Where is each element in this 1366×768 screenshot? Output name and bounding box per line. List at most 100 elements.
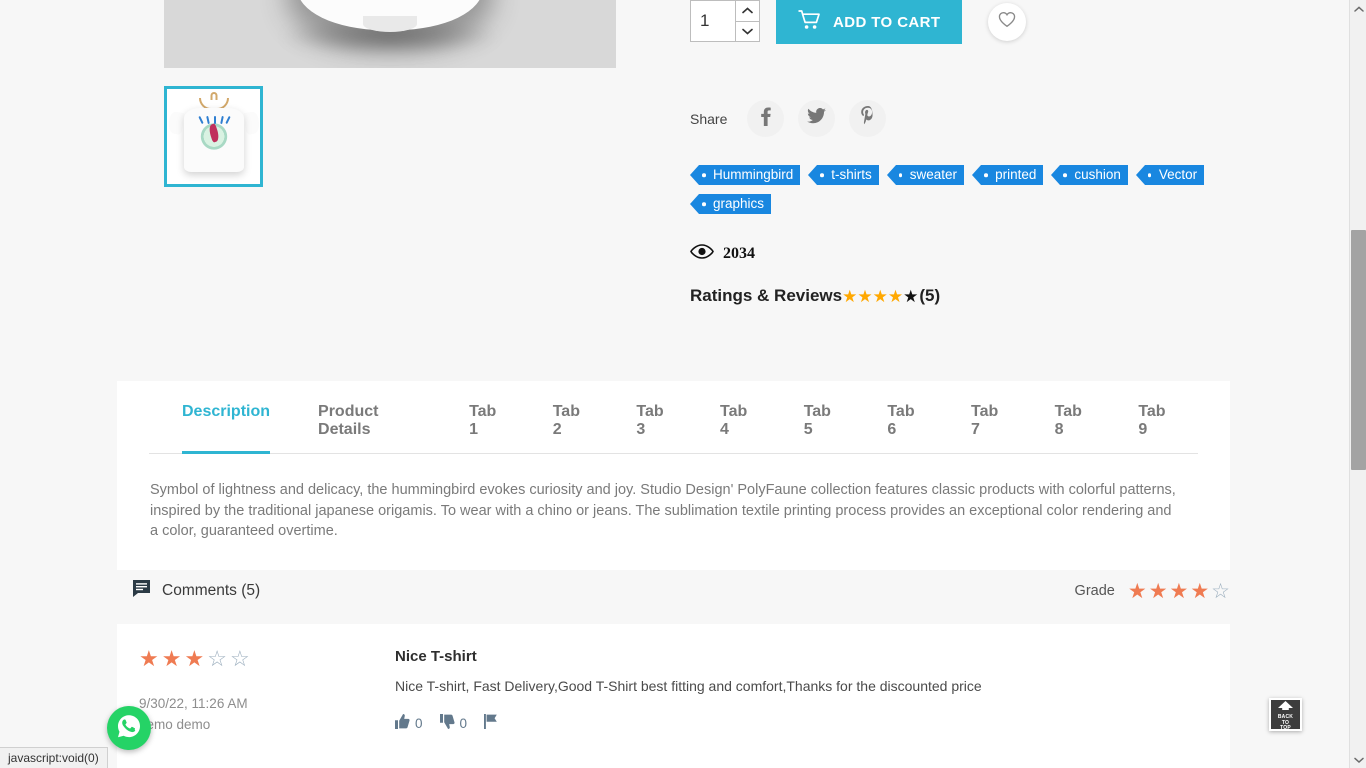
star-icon: ★ bbox=[1148, 579, 1168, 603]
review-report-button[interactable] bbox=[484, 714, 498, 732]
flag-icon bbox=[484, 714, 498, 732]
tag-chip[interactable]: Hummingbird bbox=[689, 165, 801, 185]
product-tags: Hummingbird t-shirts sweater printed cus… bbox=[689, 165, 1210, 214]
quantity-stepper[interactable] bbox=[690, 0, 760, 42]
recaptcha-terms-label[interactable]: Privacy - Terms bbox=[1296, 741, 1348, 750]
review-actions: 0 0 bbox=[395, 714, 1206, 732]
add-to-cart-button[interactable]: ADD TO CART bbox=[776, 0, 963, 44]
tab-8[interactable]: Tab 8 bbox=[1031, 403, 1115, 453]
review-rating-stars: ★ ★ ★ ☆ ☆ bbox=[139, 648, 395, 670]
tab-product-details[interactable]: Product Details bbox=[294, 403, 445, 453]
btt-line-3: TOP bbox=[1280, 725, 1291, 732]
review-text: Nice T-shirt, Fast Delivery,Good T-Shirt… bbox=[395, 678, 982, 694]
useful-count: 0 bbox=[415, 715, 423, 731]
star-icon: ★ bbox=[903, 286, 919, 306]
tabs-nav: Description Product Details Tab 1 Tab 2 … bbox=[149, 403, 1198, 454]
star-icon: ★ bbox=[1190, 579, 1210, 603]
thumbnail-artwork bbox=[167, 91, 260, 178]
back-to-top-label: BACK TO TOP bbox=[1278, 715, 1293, 731]
star-outline-icon: ☆ bbox=[1211, 579, 1230, 603]
review-author: demo demo bbox=[139, 717, 211, 732]
add-to-cart-label: ADD TO CART bbox=[833, 13, 941, 31]
tab-5[interactable]: Tab 5 bbox=[780, 403, 864, 453]
ratings-and-reviews: Ratings & Reviews ★ ★ ★ ★ ★ (5) bbox=[690, 286, 1250, 306]
facebook-icon bbox=[761, 106, 771, 131]
share-twitter-button[interactable] bbox=[798, 100, 836, 137]
review-meta: ★ ★ ★ ☆ ☆ 9/30/22, 11:26 AM demo demo bbox=[117, 648, 395, 768]
share-row: Share bbox=[690, 100, 1250, 137]
comments-title-group: Comments (5) bbox=[132, 579, 260, 603]
back-to-top-button[interactable]: BACK TO TOP bbox=[1269, 698, 1302, 731]
tag-chip[interactable]: sweater bbox=[886, 165, 965, 185]
review-card: ★ ★ ★ ☆ ☆ 9/30/22, 11:26 AM demo demo Ni… bbox=[117, 624, 1230, 768]
add-to-wishlist-button[interactable] bbox=[988, 3, 1027, 41]
quantity-increment-button[interactable] bbox=[736, 1, 759, 22]
recaptcha-icon bbox=[1306, 702, 1338, 739]
browser-status-bar: javascript:void(0) bbox=[0, 747, 108, 768]
grade-block: Grade ★ ★ ★ ★ ☆ bbox=[1075, 581, 1230, 602]
pinterest-icon bbox=[860, 106, 876, 131]
ratings-stars: ★ ★ ★ ★ ★ bbox=[842, 288, 918, 305]
tag-chip[interactable]: graphics bbox=[689, 194, 772, 214]
product-main-image[interactable] bbox=[164, 0, 616, 68]
eye-icon bbox=[690, 244, 714, 264]
star-icon: ★ bbox=[139, 646, 159, 671]
star-icon: ★ bbox=[1127, 579, 1147, 603]
purchase-column: ADD TO CART Share bbox=[689, 0, 1250, 306]
star-icon: ★ bbox=[161, 646, 182, 671]
product-page: ADD TO CART Share bbox=[0, 0, 1366, 768]
view-counter: 2034 bbox=[690, 244, 1250, 264]
quantity-arrows bbox=[735, 1, 759, 41]
tab-9[interactable]: Tab 9 bbox=[1114, 403, 1198, 453]
tab-4[interactable]: Tab 4 bbox=[696, 403, 780, 453]
page-scrollbar[interactable] bbox=[1349, 0, 1366, 768]
star-icon: ★ bbox=[872, 286, 888, 306]
product-thumbnail-1[interactable] bbox=[164, 86, 263, 187]
thumb-down-icon bbox=[439, 714, 455, 732]
tag-chip[interactable]: Vector bbox=[1135, 165, 1205, 185]
comments-count-label: Comments (5) bbox=[162, 582, 261, 599]
star-icon: ★ bbox=[184, 646, 205, 671]
review-title: Nice T-shirt bbox=[395, 648, 477, 665]
tab-6[interactable]: Tab 6 bbox=[863, 403, 947, 453]
review-body: Nice T-shirt Nice T-shirt, Fast Delivery… bbox=[395, 648, 1230, 768]
tag-chip[interactable]: cushion bbox=[1051, 165, 1128, 185]
quantity-input[interactable] bbox=[691, 1, 735, 41]
tag-chip[interactable]: t-shirts bbox=[808, 165, 879, 185]
product-tabs-panel: Description Product Details Tab 1 Tab 2 … bbox=[117, 381, 1230, 570]
print-rays bbox=[197, 112, 231, 124]
heart-icon bbox=[998, 11, 1016, 33]
star-icon: ★ bbox=[842, 286, 858, 306]
tab-description[interactable]: Description bbox=[149, 403, 294, 454]
comments-header: Comments (5) Grade ★ ★ ★ ★ ☆ bbox=[117, 568, 1230, 614]
tab-3[interactable]: Tab 3 bbox=[612, 403, 696, 453]
whatsapp-icon bbox=[116, 713, 142, 744]
review-not-useful-button[interactable]: 0 bbox=[439, 714, 468, 732]
not-useful-count: 0 bbox=[459, 715, 468, 731]
tag-chip[interactable]: printed bbox=[972, 165, 1044, 185]
view-count-value: 2034 bbox=[723, 245, 755, 262]
thumb-up-icon bbox=[395, 714, 410, 732]
share-pinterest-button[interactable] bbox=[849, 100, 887, 137]
share-facebook-button[interactable] bbox=[747, 100, 785, 137]
quantity-and-cart-row: ADD TO CART bbox=[690, 0, 1250, 52]
arrow-up-icon bbox=[1277, 697, 1294, 715]
tshirt-sleeve-left bbox=[167, 110, 184, 135]
ratings-title: Ratings & Reviews bbox=[690, 286, 843, 305]
tab-7[interactable]: Tab 7 bbox=[947, 403, 1031, 453]
whatsapp-button[interactable] bbox=[107, 706, 151, 750]
share-label: Share bbox=[690, 110, 728, 127]
star-icon: ★ bbox=[887, 286, 904, 306]
ratings-count: (5) bbox=[919, 286, 941, 305]
scrollbar-thumb[interactable] bbox=[1351, 230, 1366, 470]
review-useful-button[interactable]: 0 bbox=[395, 714, 423, 732]
tab-1[interactable]: Tab 1 bbox=[445, 403, 529, 453]
star-outline-icon: ☆ bbox=[229, 646, 250, 671]
tab-2[interactable]: Tab 2 bbox=[529, 403, 613, 453]
star-outline-icon: ☆ bbox=[207, 646, 227, 671]
scroll-down-arrow[interactable] bbox=[1350, 751, 1366, 768]
grade-label: Grade bbox=[1074, 583, 1115, 599]
quantity-decrement-button[interactable] bbox=[736, 21, 759, 41]
comment-icon bbox=[132, 579, 151, 603]
scroll-up-arrow[interactable] bbox=[1350, 0, 1366, 17]
